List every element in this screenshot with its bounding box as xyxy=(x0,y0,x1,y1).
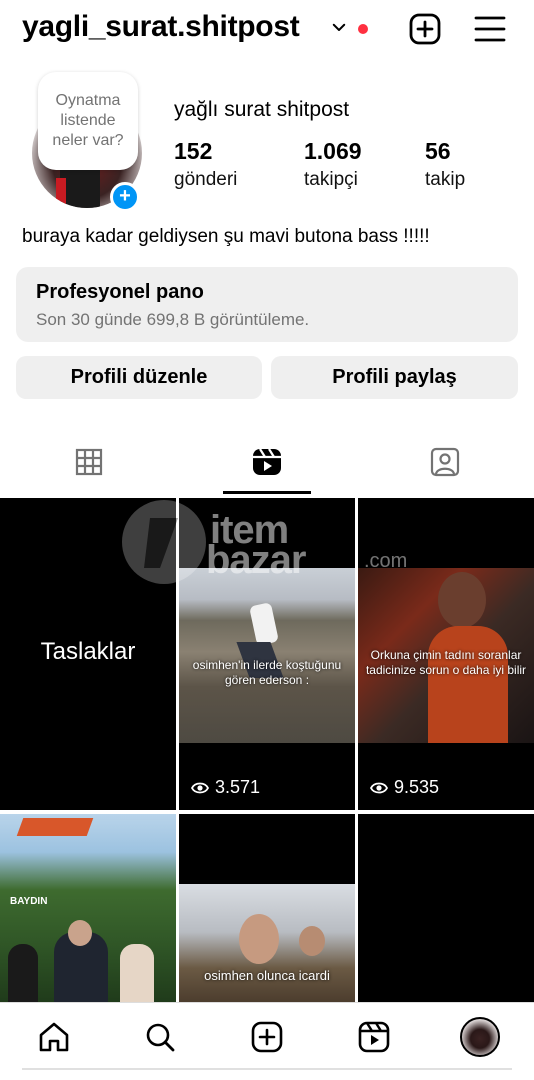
eye-icon xyxy=(370,782,388,793)
stat-value: 1.069 xyxy=(304,138,362,164)
notification-dot xyxy=(358,24,368,34)
dashboard-title: Profesyonel pano xyxy=(36,281,204,303)
edit-profile-button[interactable]: Profili düzenle xyxy=(16,356,262,399)
tab-tagged[interactable] xyxy=(356,438,534,494)
search-icon xyxy=(146,1023,175,1052)
reels-icon xyxy=(358,1021,390,1053)
reel-caption: osimhen'in ilerde koştuğunu gören ederso… xyxy=(192,658,342,687)
professional-dashboard-card[interactable]: Profesyonel pano Son 30 günde 699,8 B gö… xyxy=(16,267,518,342)
plus-square-icon xyxy=(251,1021,283,1053)
stat-value: 56 xyxy=(425,138,451,164)
nav-reels[interactable] xyxy=(354,1017,394,1057)
menu-button[interactable] xyxy=(473,12,507,46)
watermark-text: bazar xyxy=(206,538,306,582)
nav-home[interactable] xyxy=(34,1017,74,1057)
view-count-value: 9.535 xyxy=(394,777,440,797)
add-story-button[interactable]: + xyxy=(110,182,140,212)
active-tab-indicator xyxy=(223,491,311,494)
profile-header: yagli_surat.shitpost xyxy=(0,0,534,64)
bio-text: buraya kadar geldiysen şu mavi butona ba… xyxy=(22,226,430,247)
stat-following[interactable]: 56 takip xyxy=(425,138,465,191)
reel-caption: Orkuna çimin tadını soranlar tadicinize … xyxy=(365,648,527,677)
grid-icon xyxy=(75,448,103,476)
stat-value: 152 xyxy=(174,138,213,164)
reel-tile[interactable]: BAYDIN xyxy=(0,814,176,1002)
watermark-text: .com xyxy=(364,550,408,572)
view-count: 9.535 xyxy=(370,777,439,798)
drafts-label: Taslaklar xyxy=(40,638,136,665)
reel-tile[interactable] xyxy=(358,814,534,1002)
stat-followers[interactable]: 1.069 takipçi xyxy=(304,138,362,191)
reel-thumbnail: osimhen'in ilerde koştuğunu gören ederso… xyxy=(179,568,355,743)
username-title[interactable]: yagli_surat.shitpost xyxy=(22,10,300,44)
view-count-value: 3.571 xyxy=(215,777,261,797)
tagged-person-icon xyxy=(430,447,460,477)
tab-posts-grid[interactable] xyxy=(0,438,178,494)
nav-profile-avatar[interactable] xyxy=(460,1017,500,1057)
reel-caption: osimhen olunca icardi xyxy=(204,968,330,983)
share-profile-button[interactable]: Profili paylaş xyxy=(271,356,518,399)
tab-reels[interactable] xyxy=(178,438,356,494)
reel-caption: BAYDIN xyxy=(10,896,48,907)
nav-search[interactable] xyxy=(140,1017,180,1057)
drafts-tile[interactable]: Taslaklar xyxy=(0,498,176,810)
hamburger-menu-icon xyxy=(474,16,506,42)
note-bubble[interactable]: Oynatma listende neler var? xyxy=(38,72,138,170)
chevron-down-icon[interactable] xyxy=(330,18,348,36)
view-count: 3.571 xyxy=(191,777,260,798)
nav-create[interactable] xyxy=(247,1017,287,1057)
reel-tile[interactable]: Orkuna çimin tadını soranlar tadicinize … xyxy=(358,498,534,810)
display-name: yağlı surat shitpost xyxy=(174,98,350,121)
stat-posts[interactable]: 152 gönderi xyxy=(174,138,237,191)
reels-icon xyxy=(253,448,281,475)
create-button[interactable] xyxy=(408,12,442,46)
stat-label: gönderi xyxy=(174,169,238,190)
stat-label: takip xyxy=(425,169,466,190)
eye-icon xyxy=(191,782,209,793)
reel-tile[interactable]: osimhen olunca icardi xyxy=(179,814,355,1002)
reel-thumbnail: Orkuna çimin tadını soranlar tadicinize … xyxy=(358,568,534,743)
home-icon xyxy=(39,1022,69,1052)
plus-square-icon xyxy=(409,13,441,45)
dashboard-subtitle: Son 30 günde 699,8 B görüntüleme. xyxy=(36,310,310,329)
stat-label: takipçi xyxy=(304,169,358,190)
profile-avatar-area: Oynatma listende neler var? + xyxy=(30,72,142,212)
home-indicator xyxy=(22,1068,512,1070)
